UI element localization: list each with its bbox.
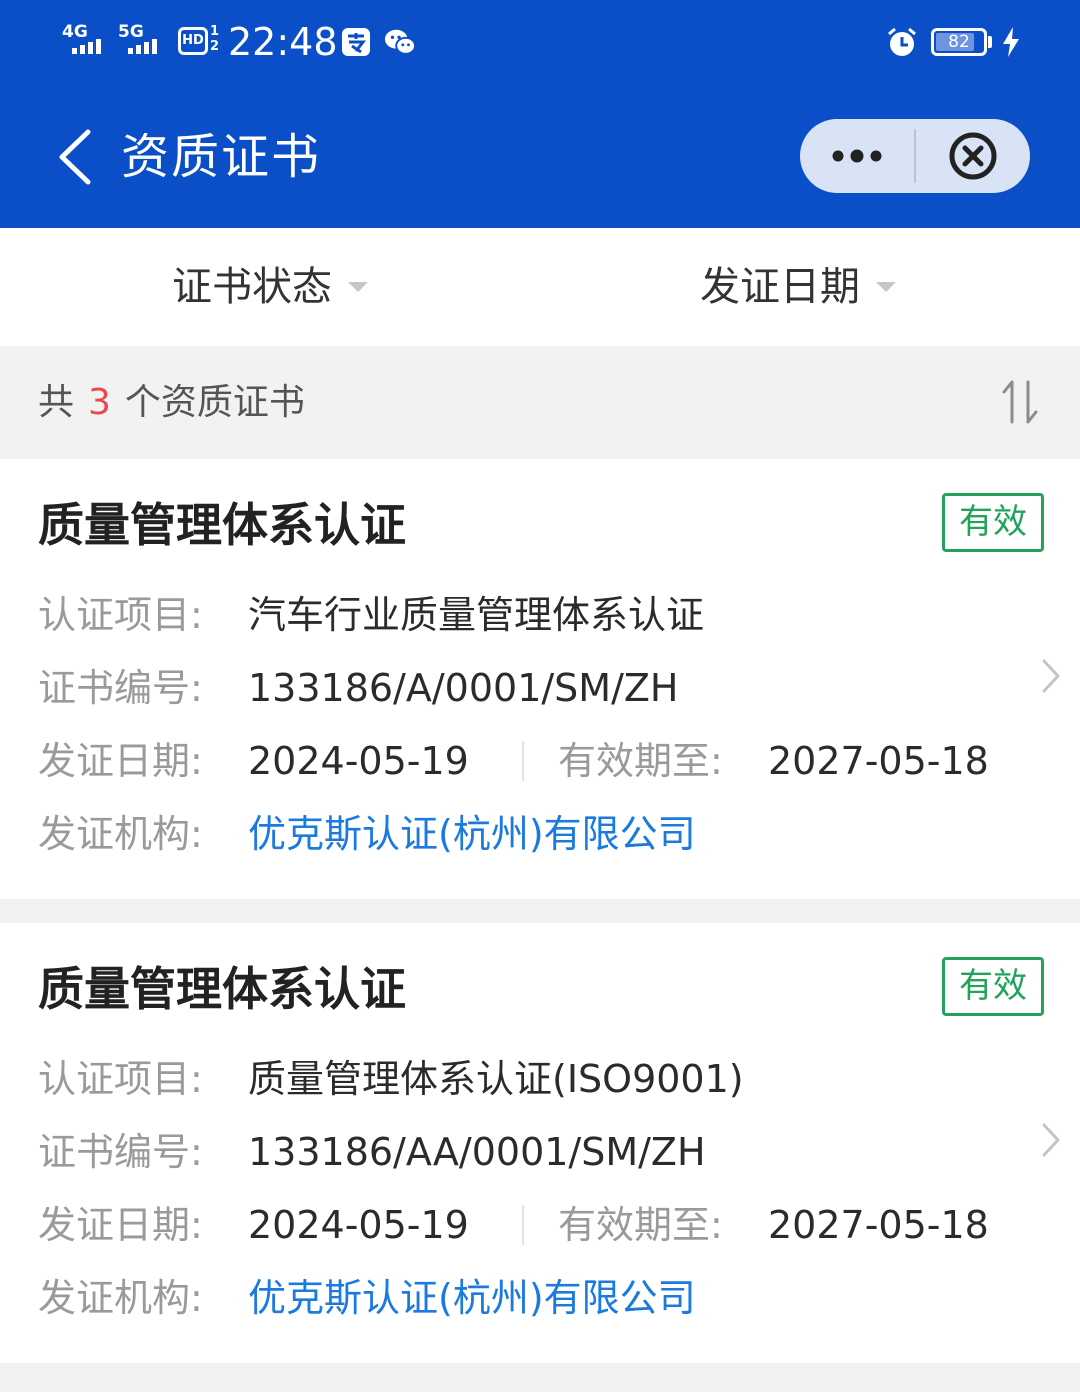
status-badge: 有效	[942, 957, 1044, 1016]
expiry-date: 2027-05-18	[768, 1203, 989, 1247]
alarm-icon	[888, 27, 916, 56]
divider	[522, 741, 524, 781]
close-button[interactable]	[916, 119, 1030, 193]
result-count: 3	[88, 382, 111, 423]
issue-date: 2024-05-19	[248, 1203, 469, 1247]
app-notification-icon	[342, 28, 370, 56]
field-label: 认证项目:	[38, 593, 203, 637]
battery-icon: 82	[931, 28, 987, 56]
signal-icon: 4G	[62, 24, 112, 58]
field-label: 认证项目:	[38, 1057, 203, 1101]
summary-suffix: 个资质证书	[124, 382, 305, 423]
sort-icon[interactable]	[1000, 378, 1040, 426]
mini-program-capsule	[800, 119, 1030, 193]
battery-level: 82	[948, 32, 970, 52]
more-dots-icon	[832, 149, 882, 163]
dates-row: 发证日期: 2024-05-19 有效期至: 2027-05-18	[38, 731, 1038, 791]
status-bar: 4G 5G HD 1 2 22:48 82	[0, 0, 1080, 84]
divider	[522, 1205, 524, 1245]
certificate-number: 133186/A/0001/SM/ZH	[248, 666, 679, 710]
app-header: 4G 5G HD 1 2 22:48 82 资质证书	[0, 0, 1080, 228]
battery-cap	[988, 36, 992, 48]
filter-issue-date[interactable]: 发证日期	[700, 228, 896, 346]
certification-project-row: 认证项目: 汽车行业质量管理体系认证	[38, 585, 704, 645]
more-button[interactable]	[800, 119, 914, 193]
filter-bar: 证书状态 发证日期	[0, 228, 1080, 346]
issuing-org-row: 发证机构: 优克斯认证(杭州)有限公司	[38, 1268, 696, 1328]
close-circle-icon	[949, 132, 997, 180]
certificate-title: 质量管理体系认证	[38, 498, 406, 552]
expiry-date: 2027-05-18	[768, 739, 989, 783]
field-label: 证书编号:	[38, 666, 203, 710]
certification-project: 质量管理体系认证(ISO9001)	[248, 1057, 744, 1101]
certification-project-row: 认证项目: 质量管理体系认证(ISO9001)	[38, 1049, 744, 1109]
certification-project: 汽车行业质量管理体系认证	[248, 593, 705, 637]
clock: 22:48	[228, 20, 338, 64]
wechat-icon	[384, 29, 416, 55]
status-badge: 有效	[942, 493, 1044, 552]
field-label: 有效期至:	[558, 739, 723, 783]
issuing-org-link[interactable]: 优克斯认证(杭州)有限公司	[248, 804, 696, 864]
chevron-right-icon	[1042, 659, 1060, 693]
certificate-title: 质量管理体系认证	[38, 962, 406, 1016]
dates-row: 发证日期: 2024-05-19 有效期至: 2027-05-18	[38, 1195, 1038, 1255]
charging-icon	[1003, 27, 1019, 57]
hd-icon: HD	[178, 27, 208, 55]
chevron-left-icon	[59, 129, 91, 185]
certificate-number-row: 证书编号: 133186/AA/0001/SM/ZH	[38, 1122, 706, 1182]
chevron-right-icon	[1042, 1123, 1060, 1157]
field-label: 发证机构:	[38, 1276, 203, 1320]
certificate-number-row: 证书编号: 133186/A/0001/SM/ZH	[38, 658, 679, 718]
field-label: 发证日期:	[38, 1203, 203, 1247]
certificate-card[interactable]: 质量管理体系认证 有效 认证项目: 质量管理体系认证(ISO9001) 证书编号…	[0, 923, 1080, 1363]
field-label: 发证机构:	[38, 812, 203, 856]
caret-down-icon	[348, 282, 368, 292]
signal-icon: 5G	[118, 24, 168, 58]
filter-certificate-status[interactable]: 证书状态	[172, 228, 368, 346]
back-button[interactable]	[50, 124, 106, 190]
issuing-org-link[interactable]: 优克斯认证(杭州)有限公司	[248, 1268, 696, 1328]
result-count-text: 共 3 个资质证书	[38, 346, 305, 459]
result-summary: 共 3 个资质证书	[0, 346, 1080, 459]
hd-sub-label: 1 2	[210, 24, 220, 54]
caret-down-icon	[876, 282, 896, 292]
issue-date: 2024-05-19	[248, 739, 469, 783]
field-label: 有效期至:	[558, 1203, 723, 1247]
issuing-org-row: 发证机构: 优克斯认证(杭州)有限公司	[38, 804, 696, 864]
filter-label: 证书状态	[172, 264, 332, 310]
certificate-number: 133186/AA/0001/SM/ZH	[248, 1130, 706, 1174]
certificate-card[interactable]: 质量管理体系认证 有效 认证项目: 汽车行业质量管理体系认证 证书编号: 133…	[0, 459, 1080, 899]
summary-prefix: 共	[38, 382, 75, 423]
filter-label: 发证日期	[700, 264, 860, 310]
page-title: 资质证书	[121, 129, 322, 185]
field-label: 发证日期:	[38, 739, 203, 783]
field-label: 证书编号:	[38, 1130, 203, 1174]
